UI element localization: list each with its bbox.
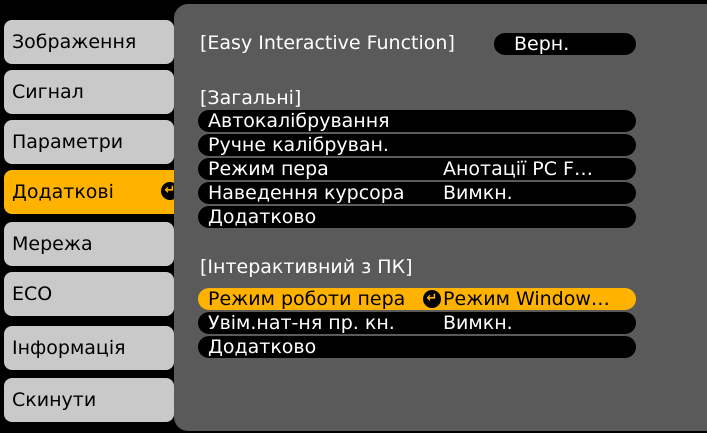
tab-label: Сигнал [12, 81, 84, 103]
tab-label: Скинути [12, 389, 97, 411]
menu-item-advanced-interactive[interactable]: Додатково [198, 336, 636, 358]
tab-label: ECO [12, 283, 53, 305]
tab-label: Інформація [12, 337, 126, 359]
menu-item-label: Увім.нат-ня пр. кн. [208, 312, 395, 334]
tab-network[interactable]: Мережа [4, 222, 174, 266]
tab-label: Зображення [12, 31, 137, 53]
tab-label: Мережа [12, 233, 93, 255]
page-title: [Easy Interactive Function] [200, 32, 455, 54]
tab-extended[interactable]: Додаткові ↵ [4, 170, 189, 214]
tab-information[interactable]: Інформація [4, 326, 174, 370]
menu-item-label: Автокалібрування [208, 110, 390, 132]
menu-item-label: Додатково [208, 206, 317, 228]
section-heading-interactive: [Інтерактивний з ПК] [200, 256, 413, 278]
menu-item-value: Режим Window… [443, 288, 610, 310]
menu-item-cursor-hover[interactable]: Наведення курсора Вимкн. [198, 182, 636, 204]
menu-item-value: Анотації PC F… [443, 158, 593, 180]
tab-label: Додаткові [12, 181, 114, 203]
menu-item-right-click[interactable]: Увім.нат-ня пр. кн. Вимкн. [198, 312, 636, 334]
tab-reset[interactable]: Скинути [4, 378, 174, 422]
menu-item-label: Ручне калібруван. [208, 134, 389, 156]
section-heading-general: [Загальні] [200, 87, 302, 109]
menu-item-advanced-general[interactable]: Додатково [198, 206, 636, 228]
menu-item-manual-calibration[interactable]: Ручне калібруван. [198, 134, 636, 156]
tab-signal[interactable]: Сигнал [4, 70, 174, 114]
menu-item-auto-calibration[interactable]: Автокалібрування [198, 110, 636, 132]
return-button[interactable]: Верн. [494, 33, 636, 55]
tab-settings[interactable]: Параметри [4, 120, 174, 164]
menu-item-pen-operation-mode[interactable]: Режим роботи пера ↵ Режим Window… [198, 288, 636, 310]
menu-item-pen-mode[interactable]: Режим пера Анотації PC F… [198, 158, 636, 180]
menu-item-label: Наведення курсора [208, 182, 405, 204]
menu-item-value: Вимкн. [443, 182, 513, 204]
tab-image[interactable]: Зображення [4, 20, 174, 64]
menu-item-value: Вимкн. [443, 312, 513, 334]
tab-label: Параметри [12, 131, 124, 153]
enter-icon: ↵ [423, 290, 441, 308]
menu-item-label: Режим роботи пера [208, 288, 406, 310]
menu-item-label: Додатково [208, 336, 317, 358]
menu-item-label: Режим пера [208, 158, 329, 180]
tab-eco[interactable]: ECO [4, 272, 174, 316]
